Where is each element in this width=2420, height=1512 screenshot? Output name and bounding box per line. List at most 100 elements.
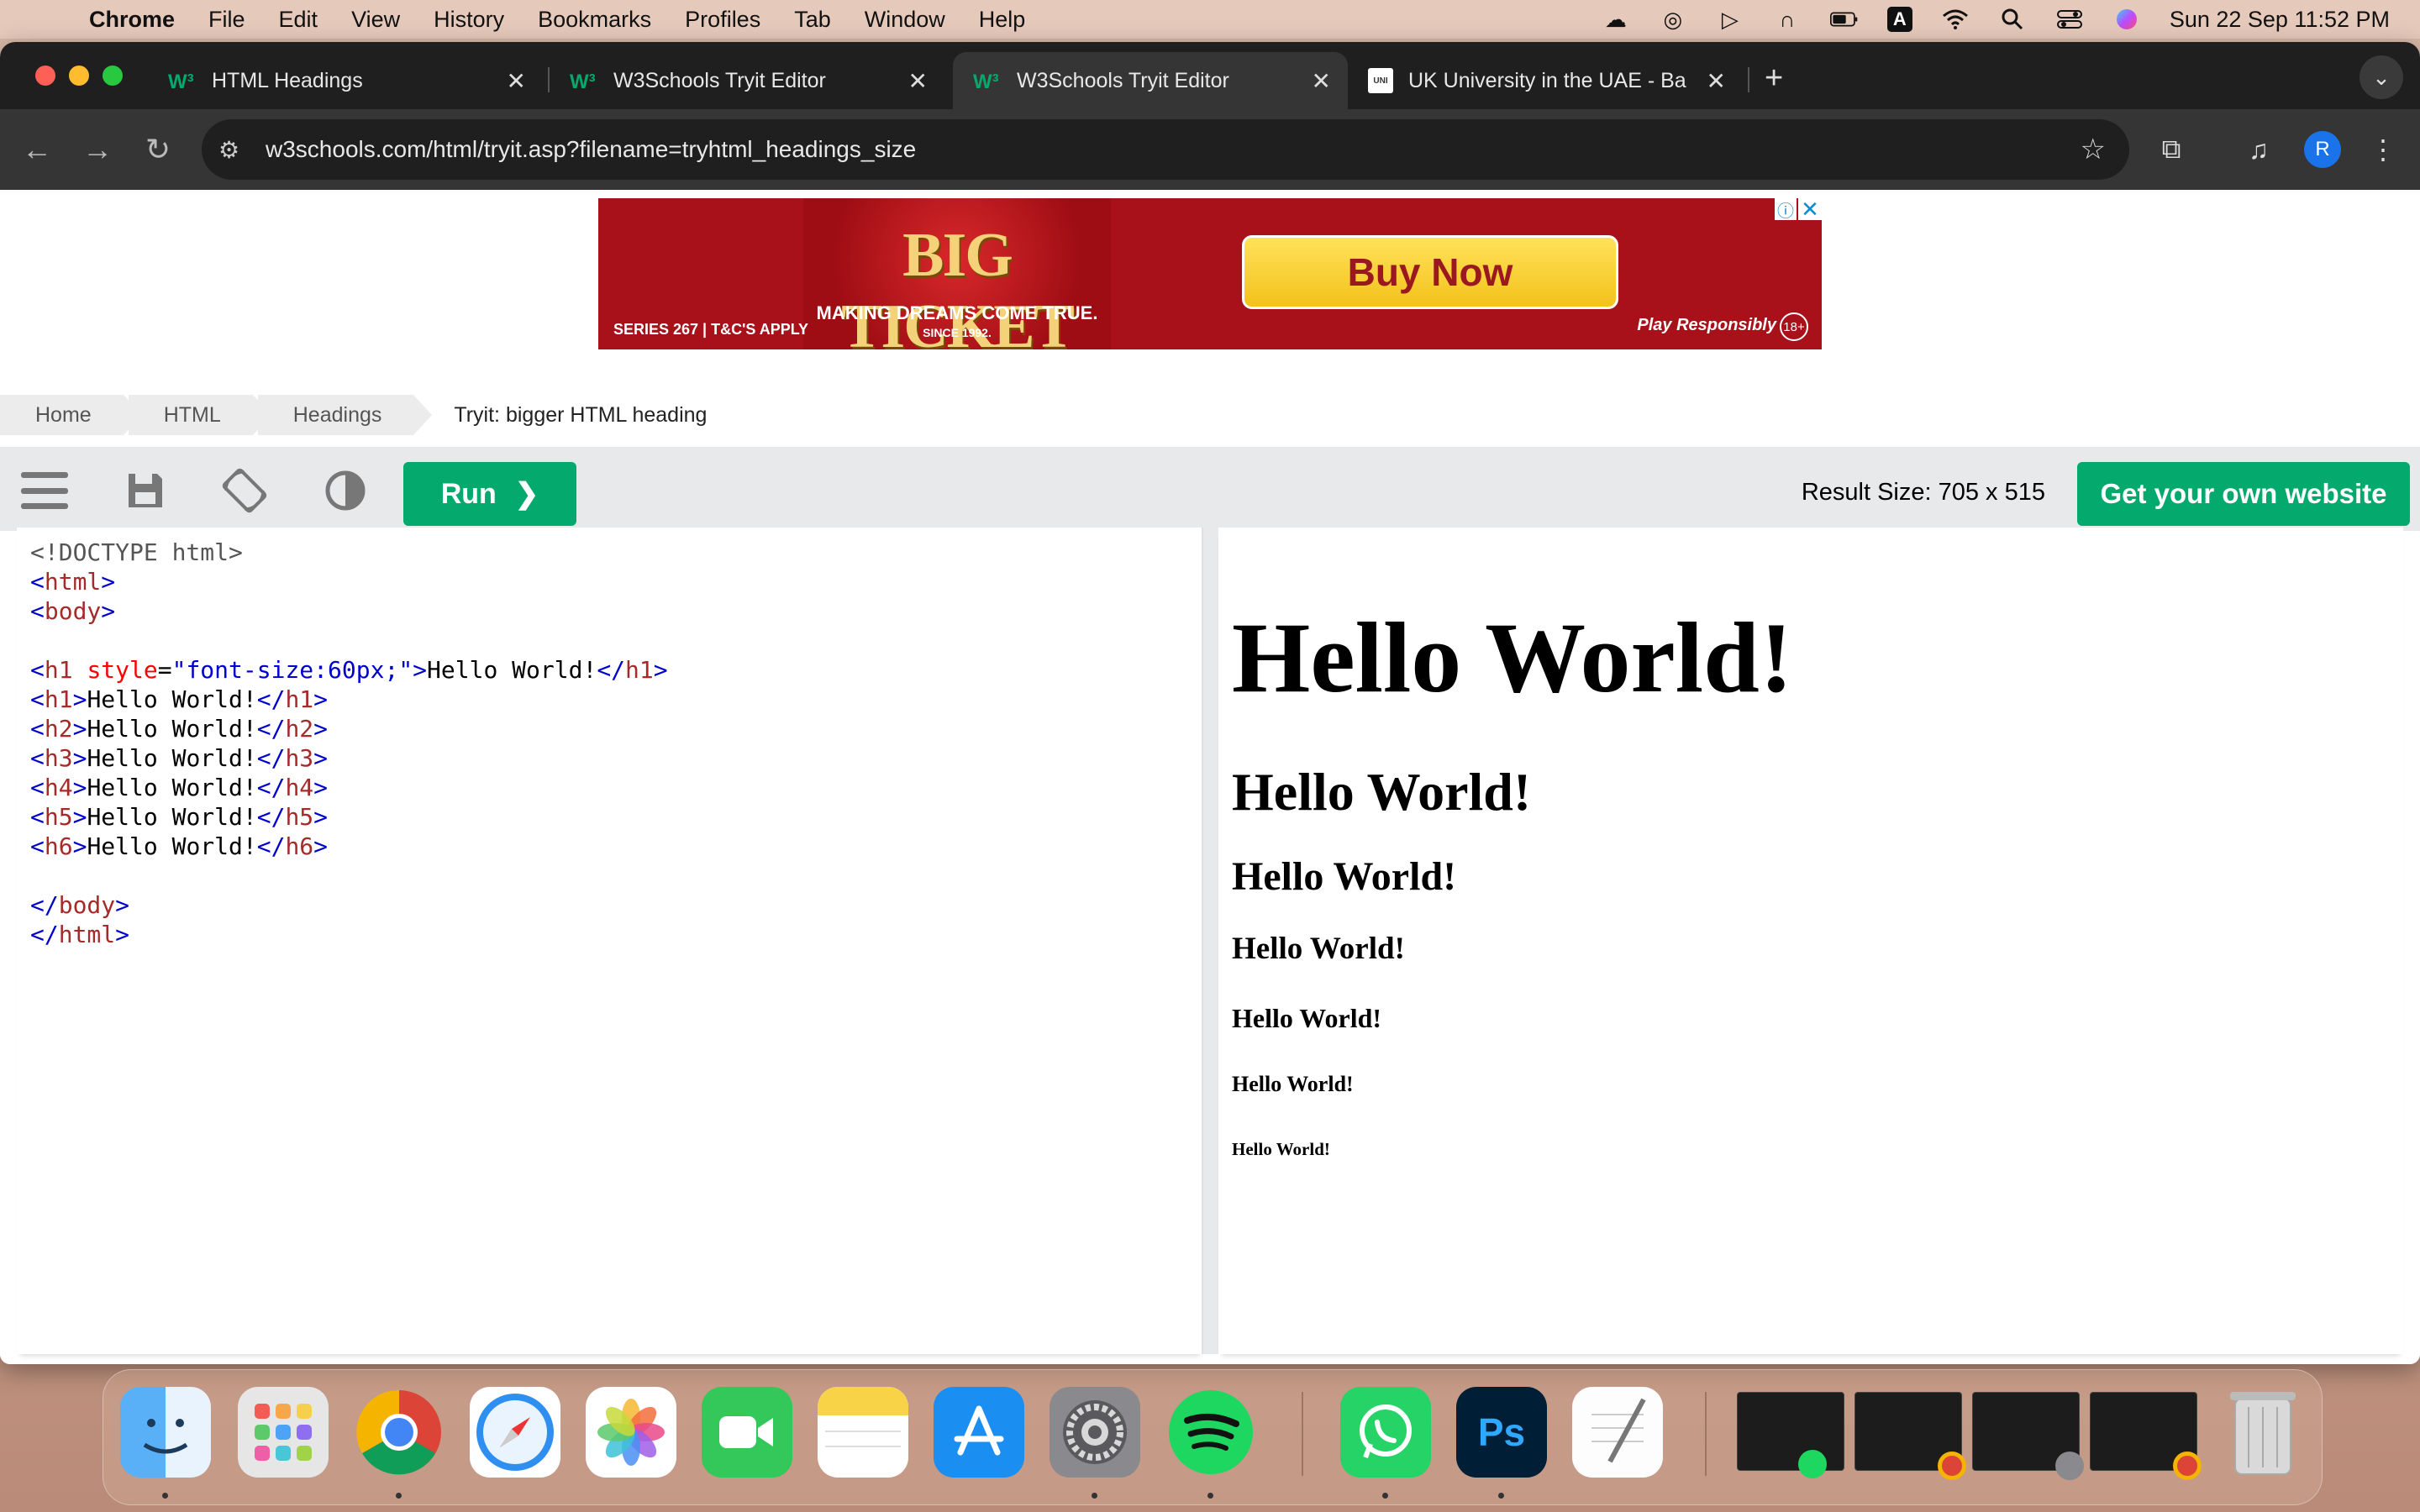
pane-divider[interactable] (1203, 528, 1218, 1354)
code-lines[interactable]: <!DOCTYPE html> <html> <body> <h1 style="f… (30, 538, 668, 949)
code-line[interactable]: <h5>Hello World!</h5> (30, 802, 668, 832)
bookmark-star-icon[interactable]: ☆ (2081, 133, 2106, 166)
minimized-window-chrome-1[interactable] (1854, 1392, 1966, 1480)
photos-icon[interactable] (586, 1387, 676, 1478)
system-settings-icon[interactable] (1050, 1387, 1140, 1478)
zoom-window-button[interactable] (103, 66, 123, 86)
code-line[interactable]: <h3>Hello World!</h3> (30, 743, 668, 773)
tab-close-icon[interactable]: ✕ (1707, 67, 1726, 95)
control-center-icon[interactable] (2055, 7, 2084, 32)
minimized-window-settings[interactable] (1972, 1392, 2084, 1480)
menu-icon[interactable] (20, 469, 69, 512)
breadcrumb-home[interactable]: Home (0, 395, 142, 435)
launchpad-icon[interactable] (238, 1387, 329, 1478)
rotate-layout-icon[interactable] (220, 468, 269, 513)
safari-icon[interactable] (470, 1387, 560, 1478)
textedit-icon[interactable] (1572, 1387, 1663, 1478)
menu-history[interactable]: History (434, 7, 504, 33)
code-line[interactable]: <h1 style="font-size:60px;">Hello World!… (30, 655, 668, 685)
play-icon[interactable]: ▷ (1716, 7, 1744, 32)
menu-edit[interactable]: Edit (279, 7, 318, 33)
trash-icon[interactable] (2217, 1387, 2308, 1478)
notes-icon[interactable] (818, 1387, 908, 1478)
code-editor[interactable]: <!DOCTYPE html> <html> <body> <h1 style="f… (17, 528, 1203, 1354)
menu-bar-clock[interactable]: Sun 22 Sep 11:52 PM (2170, 7, 2390, 33)
menu-window[interactable]: Window (865, 7, 945, 33)
code-line[interactable] (30, 861, 668, 890)
tab-html-headings[interactable]: W³ HTML Headings ✕ (148, 52, 543, 109)
code-line[interactable]: <html> (30, 567, 668, 596)
tab-uk-university[interactable]: UNI UK University in the UAE - Ba ✕ (1348, 52, 1743, 109)
code-line[interactable]: <h6>Hello World!</h6> (30, 832, 668, 861)
siri-icon[interactable] (2112, 7, 2141, 32)
extensions-icon[interactable]: ⧉ (2151, 129, 2191, 170)
dark-mode-icon[interactable] (321, 469, 370, 512)
airdrop-icon[interactable]: ◎ (1659, 7, 1687, 32)
code-line[interactable]: <body> (30, 596, 668, 626)
code-line[interactable]: <h2>Hello World!</h2> (30, 714, 668, 743)
chrome-menu-icon[interactable]: ⋮ (2363, 129, 2403, 170)
headphones-icon[interactable]: ∩ (1773, 7, 1802, 32)
profile-avatar[interactable]: R (2304, 131, 2341, 168)
input-source-icon[interactable]: A (1886, 7, 1912, 32)
menu-app-name[interactable]: Chrome (89, 7, 175, 33)
result-heading-h1-large: Hello World! (1232, 601, 1793, 713)
tab-title: UK University in the UAE - Ba (1408, 68, 1686, 92)
finder-icon[interactable] (120, 1387, 211, 1478)
menu-tab[interactable]: Tab (794, 7, 831, 33)
address-bar[interactable]: ⚙ w3schools.com/html/tryit.asp?filename=… (202, 119, 2129, 180)
ad-ticket-graphic: BIG TICKET MAKING DREAMS COME TRUE. SINC… (803, 198, 1111, 349)
breadcrumb-headings[interactable]: Headings (257, 395, 432, 435)
run-button[interactable]: Run ❯ (403, 462, 576, 526)
result-size: Result Size: 705 x 515 (1801, 479, 2045, 506)
menu-file[interactable]: File (208, 7, 245, 33)
media-controls-icon[interactable]: ♫ (2238, 129, 2279, 170)
spotify-icon[interactable] (1165, 1387, 1256, 1478)
close-window-button[interactable] (35, 66, 55, 86)
advertisement-banner[interactable]: BIG TICKET MAKING DREAMS COME TRUE. SINC… (598, 198, 1822, 349)
tab-close-icon[interactable]: ✕ (1312, 67, 1331, 95)
tab-search-icon[interactable]: ⌄ (2360, 55, 2403, 99)
tab-tryit-editor-active[interactable]: W³ W3Schools Tryit Editor ✕ (953, 52, 1348, 109)
result-heading-h4: Hello World! (1232, 1003, 1382, 1033)
ad-buy-now-button[interactable]: Buy Now (1242, 235, 1618, 309)
facetime-icon[interactable] (702, 1387, 792, 1478)
back-icon[interactable]: ← (17, 129, 57, 170)
spotlight-search-icon[interactable] (1998, 7, 2027, 32)
tab-tryit-editor-1[interactable]: W³ W3Schools Tryit Editor ✕ (550, 52, 944, 109)
breadcrumb-html[interactable]: HTML (128, 395, 271, 435)
chrome-badge-icon (2173, 1452, 2202, 1480)
wifi-icon[interactable] (1941, 7, 1970, 32)
url-text[interactable]: w3schools.com/html/tryit.asp?filename=tr… (266, 136, 916, 163)
battery-icon[interactable] (1829, 7, 1859, 32)
ad-close-icon[interactable]: ✕ (1798, 198, 1822, 222)
minimized-window-chrome-2[interactable] (2090, 1392, 2202, 1480)
save-icon[interactable] (121, 469, 170, 512)
tab-close-icon[interactable]: ✕ (908, 67, 928, 95)
tab-close-icon[interactable]: ✕ (507, 67, 526, 95)
ad-info-icon[interactable]: ⓘ (1775, 198, 1797, 221)
code-line[interactable] (30, 626, 668, 655)
photoshop-icon[interactable]: Ps (1456, 1387, 1547, 1478)
code-line[interactable]: </html> (30, 920, 668, 949)
code-line[interactable]: <h1>Hello World!</h1> (30, 685, 668, 714)
browser-toolbar: ← → ↻ ⚙ w3schools.com/html/tryit.asp?fil… (0, 109, 2420, 190)
code-line[interactable]: <h4>Hello World!</h4> (30, 773, 668, 802)
site-info-icon[interactable]: ⚙ (218, 136, 252, 164)
get-your-own-website-button[interactable]: Get your own website (2077, 462, 2410, 526)
minimized-window-spotify[interactable] (1737, 1392, 1844, 1478)
code-line[interactable]: <!DOCTYPE html> (30, 538, 668, 567)
whatsapp-icon[interactable] (1340, 1387, 1431, 1478)
menu-help[interactable]: Help (979, 7, 1026, 33)
menu-view[interactable]: View (351, 7, 400, 33)
new-tab-icon[interactable]: + (1765, 60, 1783, 97)
chrome-icon[interactable] (354, 1387, 445, 1478)
code-line[interactable]: </body> (30, 890, 668, 920)
forward-icon[interactable]: → (77, 129, 118, 170)
menu-profiles[interactable]: Profiles (685, 7, 760, 33)
reload-icon[interactable]: ↻ (138, 129, 178, 170)
minimize-window-button[interactable] (69, 66, 89, 86)
creative-cloud-icon[interactable]: ☁ (1602, 7, 1630, 32)
app-store-icon[interactable] (934, 1387, 1024, 1478)
menu-bookmarks[interactable]: Bookmarks (538, 7, 651, 33)
